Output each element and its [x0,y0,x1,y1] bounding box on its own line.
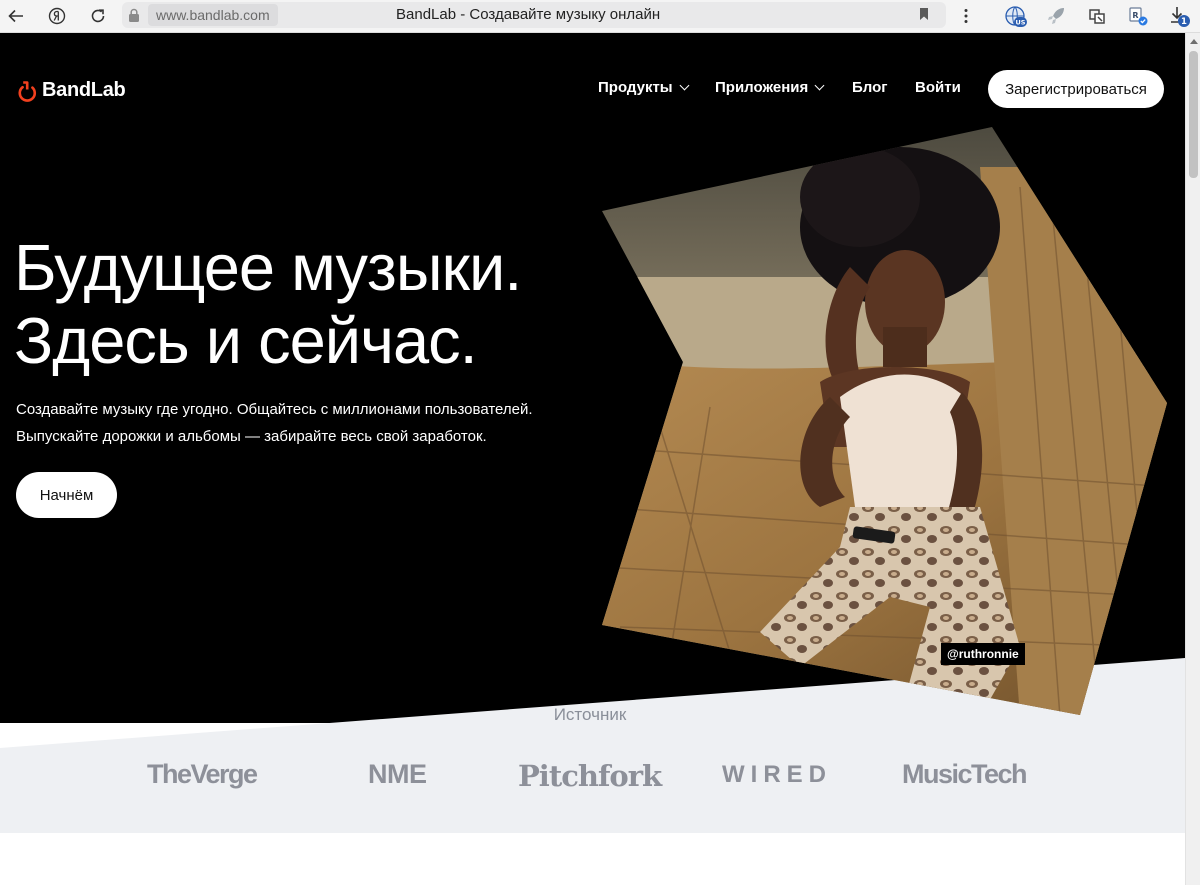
signup-button[interactable]: Зарегистрироваться [988,70,1164,108]
hero-headline-line2: Здесь и сейчас. [14,304,478,377]
yandex-icon[interactable] [46,5,68,27]
logo-text: BandLab [42,79,126,101]
page-title: BandLab - Создавайте музыку онлайн [396,6,661,23]
pitchfork-logo: Pitchfork [518,759,662,793]
photo-credit: @ruthronnie [941,643,1025,665]
bookmark-icon[interactable] [919,7,929,21]
page-viewport: BandLab Продукты Приложения Блог Войти З… [0,33,1185,885]
rocket-icon[interactable] [1045,5,1067,27]
hero-headline-line1: Будущее музыки. [14,231,522,304]
chevron-down-icon [814,80,825,91]
browser-toolbar: www.bandlab.com BandLab - Создавайте муз… [0,0,1200,33]
hero-photo [602,127,1167,715]
nav-products[interactable]: Продукты [598,79,690,96]
back-arrow-icon[interactable] [5,5,27,27]
lock-icon [129,8,139,22]
the-verge-logo: TheVerge [147,759,258,789]
menu-kebab-icon[interactable] [955,5,977,27]
svg-text:R: R [1132,11,1138,20]
reload-icon[interactable] [87,5,109,27]
musictech-logo: MusicTech [902,759,1028,789]
bandlab-logo[interactable]: BandLab [16,79,126,102]
scroll-up-arrow-icon[interactable] [1190,39,1198,44]
tabs-extension-icon[interactable] [1086,5,1108,27]
nav-blog[interactable]: Блог [852,79,888,96]
hero-headline: Будущее музыки. Здесь и сейчас. [14,231,522,377]
scrollbar-thumb[interactable] [1189,51,1198,178]
url-host[interactable]: www.bandlab.com [148,4,278,26]
vpn-globe-icon[interactable]: US [1004,5,1027,27]
download-count-badge: 1 [1181,17,1187,27]
hero-subtitle-line1: Создавайте музыку где угодно. Общайтесь … [16,401,533,418]
get-started-button[interactable]: Начнём [16,472,117,518]
nme-logo: NME [368,759,427,789]
nav-apps[interactable]: Приложения [715,79,825,96]
download-icon[interactable]: 1 [1168,5,1190,27]
wired-logo: WIRED [722,761,832,788]
page-scrollbar[interactable] [1185,33,1200,885]
nav-products-label: Продукты [598,79,673,96]
nav-login[interactable]: Войти [915,79,961,96]
translate-extension-icon[interactable]: R [1127,5,1149,27]
hero-subtitle-line2: Выпускайте дорожки и альбомы — забирайте… [16,428,487,445]
press-section-label: Источник [553,705,627,724]
extension-badge: US [1016,19,1026,27]
chevron-down-icon [679,80,690,91]
nav-apps-label: Приложения [715,79,809,96]
bandlab-logo-icon [18,80,37,102]
